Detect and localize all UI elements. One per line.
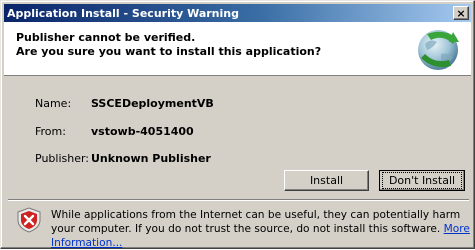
name-label: Name: — [35, 97, 72, 110]
close-icon: × — [456, 6, 466, 20]
publisher-unverified-heading: Publisher cannot be verified. — [16, 31, 196, 44]
dont-install-button[interactable]: Don't Install — [379, 170, 465, 191]
separator — [8, 199, 469, 201]
close-button[interactable]: × — [453, 6, 469, 20]
install-button[interactable]: Install — [284, 170, 369, 191]
dont-install-button-label: Don't Install — [381, 172, 463, 189]
from-value: vstowb-4051400 — [91, 125, 194, 138]
security-warning-text: While applications from the Internet can… — [51, 208, 471, 250]
clickonce-globe-icon — [418, 30, 459, 70]
install-confirmation-question: Are you sure you want to install this ap… — [16, 45, 322, 58]
publisher-value: Unknown Publisher — [91, 152, 211, 165]
warning-message: While applications from the Internet can… — [51, 209, 461, 235]
install-button-label: Install — [309, 174, 344, 187]
security-warning-dialog: Application Install - Security Warning ×… — [0, 0, 475, 249]
shield-warning-icon — [17, 207, 41, 233]
publisher-label: Publisher: — [35, 152, 90, 165]
from-label: From: — [35, 125, 66, 138]
window-title: Application Install - Security Warning — [7, 6, 239, 20]
title-bar[interactable]: Application Install - Security Warning × — [4, 4, 471, 22]
dialog-header: Publisher cannot be verified. Are you su… — [4, 22, 471, 76]
name-value: SSCEDeploymentVB — [91, 97, 214, 110]
